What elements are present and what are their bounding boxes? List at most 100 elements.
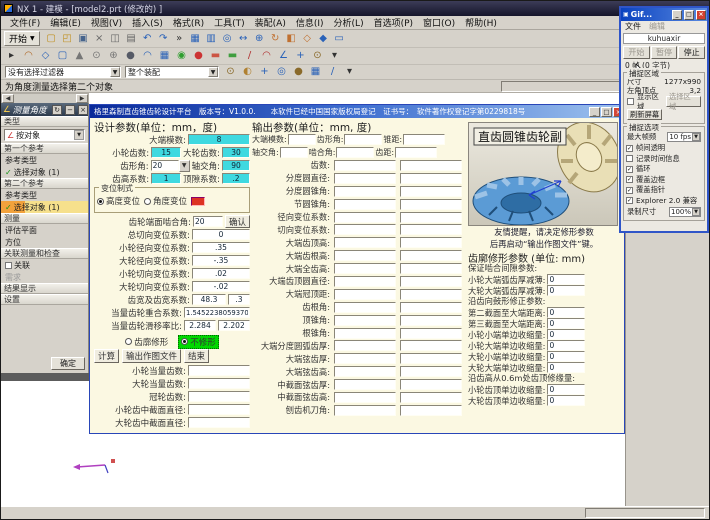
option-checkbox[interactable]: ✓: [626, 176, 633, 183]
gear-value-input[interactable]: [400, 353, 462, 364]
chevron-down-icon[interactable]: ▼: [208, 67, 218, 77]
output-mesh-angle-input[interactable]: [336, 147, 374, 158]
modification-input[interactable]: [547, 329, 585, 340]
menu-item[interactable]: 格式(R): [168, 16, 209, 29]
pinion-value-input[interactable]: [334, 302, 396, 313]
menu-item[interactable]: 插入(S): [127, 16, 168, 29]
orientation-row[interactable]: 方位: [1, 236, 88, 248]
option-checkbox[interactable]: ✓: [626, 166, 633, 173]
gear-value-input[interactable]: [400, 199, 462, 210]
gear-value-input[interactable]: [400, 328, 462, 339]
selection-scope-dropdown[interactable]: 整个装配 ▼: [125, 66, 219, 78]
record-size-dropdown[interactable]: 100% ▼: [669, 207, 701, 217]
design-value-input[interactable]: [192, 229, 250, 240]
gear-value-input[interactable]: [400, 289, 462, 300]
menu-item[interactable]: 窗口(O): [418, 16, 460, 29]
gear-value-input[interactable]: [400, 366, 462, 377]
design-output-input[interactable]: [188, 404, 250, 415]
measure-angle-icon[interactable]: ∠: [276, 49, 291, 64]
modification-input[interactable]: [547, 274, 585, 285]
gear-value-input[interactable]: [400, 173, 462, 184]
design-value-input[interactable]: [192, 255, 250, 266]
pinion-value-input[interactable]: [334, 392, 396, 403]
endpoint-icon[interactable]: ●: [291, 65, 306, 80]
more-icon[interactable]: ▾: [327, 49, 342, 64]
option-checkbox[interactable]: ✓: [626, 197, 633, 204]
intersection-icon[interactable]: +: [257, 65, 272, 80]
option-checkbox-row[interactable]: ✓ 覆盖边框: [626, 175, 702, 186]
paste-icon[interactable]: ▤: [124, 31, 139, 46]
fps-dropdown[interactable]: 10 fps ▼: [667, 132, 701, 142]
angle-shift-radio[interactable]: 角度变位: [144, 195, 187, 207]
arc-icon[interactable]: ◠: [259, 49, 274, 64]
window-icon[interactable]: ▭: [332, 31, 347, 46]
plane-icon[interactable]: ▢: [55, 49, 70, 64]
unite-icon[interactable]: ⊕: [106, 49, 121, 64]
slide-ratio-1-input[interactable]: [184, 320, 216, 331]
section-results[interactable]: 结果显示: [1, 283, 88, 294]
capsule-red-icon[interactable]: ▬: [208, 49, 223, 64]
option-checkbox[interactable]: ✓: [626, 145, 633, 152]
wireframe-icon[interactable]: ◇: [300, 31, 315, 46]
gear-value-input[interactable]: [400, 237, 462, 248]
sphere-icon[interactable]: ●: [191, 49, 206, 64]
option-checkbox[interactable]: ✓: [626, 187, 633, 194]
gear-value-input[interactable]: [400, 186, 462, 197]
start-menu-button[interactable]: 开始 ▼: [4, 31, 40, 46]
copy-icon[interactable]: ◫: [108, 31, 123, 46]
expand-icon[interactable]: »: [172, 31, 187, 46]
edge-blend-icon[interactable]: ◠: [140, 49, 155, 64]
snap-point-icon[interactable]: ⊙: [223, 65, 238, 80]
show-area-checkbox[interactable]: [627, 98, 634, 105]
minimize-button[interactable]: −: [65, 105, 75, 115]
layout-icon[interactable]: ▦: [188, 31, 203, 46]
cut-icon[interactable]: ×: [92, 31, 107, 46]
shaft-angle-input[interactable]: [222, 160, 250, 171]
save-icon[interactable]: ▣: [76, 31, 91, 46]
chevron-down-icon[interactable]: ▼: [179, 160, 190, 172]
design-output-input[interactable]: [188, 417, 250, 428]
maximize-button[interactable]: □: [601, 107, 612, 117]
pinion-value-input[interactable]: [334, 224, 396, 235]
gear-value-input[interactable]: [400, 160, 462, 171]
facewidth-input[interactable]: [192, 294, 226, 305]
new-file-icon[interactable]: ▢: [44, 31, 59, 46]
chevron-down-icon[interactable]: ▼: [692, 133, 700, 141]
section-settings[interactable]: 设置: [1, 294, 88, 305]
first-select-object-row[interactable]: ✓ 选择对象 (1): [1, 166, 88, 178]
slide-ratio-2-input[interactable]: [218, 320, 250, 331]
snap-icon[interactable]: ⊙: [310, 49, 325, 64]
pinion-value-input[interactable]: [334, 276, 396, 287]
module-input[interactable]: [188, 134, 250, 145]
mesh-angle-input[interactable]: [193, 216, 223, 227]
modification-input[interactable]: [547, 285, 585, 296]
output-pressure-angle-input[interactable]: [344, 134, 382, 145]
menu-item[interactable]: 装配(A): [250, 16, 291, 29]
face-select-icon[interactable]: ▦: [308, 65, 323, 80]
section-first-reference[interactable]: 第一个参考: [1, 143, 88, 154]
associative-checkbox-row[interactable]: 关联: [1, 259, 88, 271]
zoom-in-icon[interactable]: ⊕: [252, 31, 267, 46]
gear-value-input[interactable]: [400, 212, 462, 223]
more-snaps-icon[interactable]: ▾: [342, 65, 357, 80]
output-shaft-angle-input[interactable]: [280, 147, 308, 158]
shaded-view-icon[interactable]: ◧: [284, 31, 299, 46]
pinion-value-input[interactable]: [334, 353, 396, 364]
option-checkbox[interactable]: [626, 155, 633, 162]
modification-input[interactable]: [547, 340, 585, 351]
menu-item[interactable]: 信息(I): [291, 16, 329, 29]
facewidth-coef-input[interactable]: [228, 294, 250, 305]
minimize-button[interactable]: _: [589, 107, 600, 117]
gif-menu-file[interactable]: 文件: [625, 21, 641, 32]
output-drawing-button[interactable]: 输出作图文件: [122, 349, 181, 363]
record-stop-button[interactable]: 停止: [678, 46, 705, 59]
quadrant-point-icon[interactable]: ◐: [240, 65, 255, 80]
second-select-object-row[interactable]: ✓ 选择对象 (1): [1, 201, 88, 213]
orient-view-icon[interactable]: ◆: [316, 31, 331, 46]
addendum-coef-input[interactable]: [151, 173, 181, 184]
modification-input[interactable]: [547, 384, 585, 395]
select-icon[interactable]: ▸: [4, 49, 19, 64]
scroll-left-icon[interactable]: ◀: [2, 94, 14, 103]
maximize-button[interactable]: □: [684, 10, 694, 20]
option-checkbox-row[interactable]: ✓ 循环: [626, 164, 702, 175]
